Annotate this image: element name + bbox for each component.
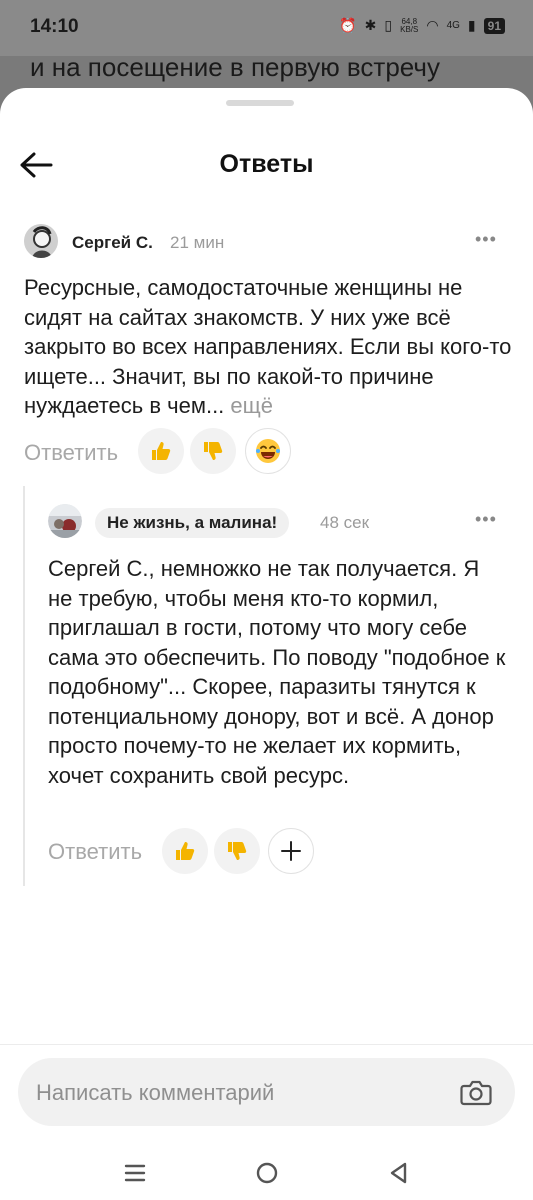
recent-apps-icon[interactable] bbox=[120, 1160, 150, 1186]
back-nav-icon[interactable] bbox=[384, 1160, 414, 1186]
avatar-image bbox=[48, 504, 82, 538]
avatar[interactable] bbox=[24, 224, 58, 258]
reply-button[interactable]: Ответить bbox=[24, 440, 118, 466]
like-button[interactable] bbox=[162, 828, 208, 874]
more-horizontal-icon[interactable]: ••• bbox=[475, 509, 497, 530]
net-speed: 64,8 KB/S bbox=[400, 16, 419, 34]
background-article-text: и на посещение в первую встречу bbox=[30, 52, 440, 82]
camera-icon[interactable] bbox=[459, 1075, 493, 1109]
system-nav-bar bbox=[0, 1148, 533, 1200]
signal-icon: ▮ bbox=[467, 17, 476, 33]
sheet-header: Ответы bbox=[0, 144, 533, 186]
page-title: Ответы bbox=[219, 150, 314, 178]
status-icons: ⏰ ✱ ▯ 64,8 KB/S ◠ 4G ▮ 91 bbox=[339, 17, 505, 34]
reply-button[interactable]: Ответить bbox=[48, 839, 142, 865]
dislike-button[interactable] bbox=[190, 428, 236, 474]
dislike-button[interactable] bbox=[214, 828, 260, 874]
laughing-emoji-icon bbox=[256, 439, 280, 463]
comment-text: Ресурсные, самодостаточные женщины не си… bbox=[24, 275, 512, 418]
comment-author[interactable]: Сергей С. bbox=[72, 233, 153, 253]
network-type: 4G bbox=[446, 20, 460, 31]
reply-text: Сергей С., немножко не так получается. Я… bbox=[48, 556, 506, 788]
divider bbox=[0, 1044, 533, 1045]
thumbs-up-icon bbox=[152, 442, 171, 460]
show-more-link[interactable]: ещё bbox=[230, 393, 273, 418]
status-bar: 14:10 ⏰ ✱ ▯ 64,8 KB/S ◠ 4G ▮ 91 bbox=[0, 0, 533, 56]
comment-input[interactable]: Написать комментарий bbox=[36, 1080, 274, 1106]
vibrate-icon: ▯ bbox=[384, 17, 393, 33]
drag-handle[interactable] bbox=[226, 100, 294, 106]
thread-line bbox=[23, 486, 25, 886]
replies-sheet: Ответы Сергей С. 21 мин ••• Ресурсные, с… bbox=[0, 88, 533, 1200]
add-reaction-button[interactable] bbox=[268, 828, 314, 874]
home-icon[interactable] bbox=[252, 1160, 282, 1186]
wifi-icon: ◠ bbox=[426, 17, 439, 33]
comment-composer[interactable]: Написать комментарий bbox=[18, 1058, 515, 1126]
more-horizontal-icon[interactable]: ••• bbox=[475, 229, 497, 250]
like-button[interactable] bbox=[138, 428, 184, 474]
battery-badge: 91 bbox=[483, 17, 505, 34]
thumbs-down-icon bbox=[204, 442, 223, 460]
laugh-reaction-button[interactable] bbox=[245, 428, 291, 474]
reply-time: 48 сек bbox=[320, 513, 370, 532]
thumbs-down-icon bbox=[228, 842, 247, 860]
thumbs-up-icon bbox=[176, 842, 195, 860]
author-chip[interactable]: Не жизнь, а малина! bbox=[95, 508, 290, 538]
plus-icon bbox=[281, 841, 301, 861]
alarm-icon: ⏰ bbox=[339, 17, 357, 33]
avatar[interactable] bbox=[48, 504, 82, 538]
status-time: 14:10 bbox=[30, 16, 79, 37]
bluetooth-icon: ✱ bbox=[364, 17, 377, 33]
comment-time: 21 мин bbox=[170, 233, 225, 252]
avatar-image bbox=[24, 224, 58, 258]
